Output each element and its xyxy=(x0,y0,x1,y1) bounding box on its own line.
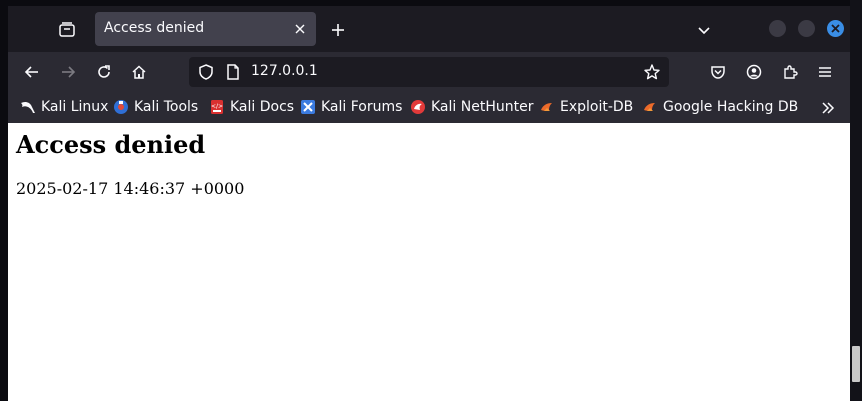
chevron-double-right-icon xyxy=(822,102,835,114)
bookmark-google-hacking-db[interactable]: Google Hacking DB xyxy=(642,97,798,117)
shield-icon xyxy=(199,64,213,80)
arrow-left-icon xyxy=(24,66,38,78)
close-icon xyxy=(295,24,305,34)
page-icon xyxy=(227,64,239,80)
bookmark-label: Kali Tools xyxy=(134,99,199,115)
more-bookmarks-button[interactable] xyxy=(818,98,838,118)
navigation-toolbar: 127.0.0.1 xyxy=(8,52,850,92)
hamburger-menu-icon xyxy=(819,67,831,77)
bookmarks-toolbar: Kali Linux Kali Tools </> Kali Docs Kali… xyxy=(8,92,850,123)
desktop-background xyxy=(850,0,862,401)
bookmark-kali-tools[interactable]: Kali Tools xyxy=(113,97,198,117)
bookmark-label: Google Hacking DB xyxy=(663,99,799,115)
url-text[interactable]: 127.0.0.1 xyxy=(251,63,318,79)
app-menu-button[interactable] xyxy=(813,60,837,84)
reload-button[interactable] xyxy=(92,60,116,84)
star-icon xyxy=(644,64,660,80)
list-all-tabs-button[interactable] xyxy=(692,18,716,42)
bookmark-label: Kali Forums xyxy=(321,99,403,115)
firefox-view-icon xyxy=(59,22,75,37)
browser-window: Access denied 127.0.0.1 Kali Linux Kali … xyxy=(8,6,850,401)
chevron-down-icon xyxy=(698,27,710,35)
bookmark-label: Kali Linux xyxy=(41,99,109,115)
window-close-button[interactable] xyxy=(827,20,844,37)
arrow-right-icon xyxy=(62,66,76,78)
reload-icon xyxy=(98,65,110,78)
tracking-protection-button[interactable] xyxy=(197,63,215,81)
firefox-view-button[interactable] xyxy=(56,19,78,41)
home-button[interactable] xyxy=(127,60,151,84)
bookmark-label: Exploit-DB xyxy=(560,99,634,115)
bookmark-star-button[interactable] xyxy=(643,63,661,81)
puzzle-icon xyxy=(784,65,798,79)
kali-docs-icon: </> xyxy=(209,99,225,115)
kali-tools-icon xyxy=(113,99,129,115)
home-icon xyxy=(132,65,146,79)
forward-button[interactable] xyxy=(56,60,80,84)
plus-icon xyxy=(332,24,344,36)
tab-bar: Access denied xyxy=(8,6,850,52)
bookmark-kali-docs[interactable]: </> Kali Docs xyxy=(209,97,294,117)
exploit-db-icon xyxy=(539,99,555,115)
maximize-button[interactable] xyxy=(798,20,815,37)
bookmark-kali-nethunter[interactable]: Kali NetHunter xyxy=(410,97,533,117)
back-button[interactable] xyxy=(20,60,44,84)
bookmark-label: Kali NetHunter xyxy=(431,99,534,115)
pocket-icon xyxy=(711,66,725,79)
bookmark-exploit-db[interactable]: Exploit-DB xyxy=(539,97,633,117)
kali-nethunter-icon xyxy=(410,99,426,115)
tab-title: Access denied xyxy=(104,20,205,36)
site-info-button[interactable] xyxy=(225,63,241,81)
bookmark-kali-linux[interactable]: Kali Linux xyxy=(20,97,108,117)
tab-close-button[interactable] xyxy=(291,20,309,38)
tab-access-denied[interactable]: Access denied xyxy=(95,12,316,46)
bookmark-kali-forums[interactable]: Kali Forums xyxy=(300,97,402,117)
google-hacking-db-icon xyxy=(642,99,658,115)
pocket-button[interactable] xyxy=(706,60,730,84)
kali-forums-icon xyxy=(300,99,316,115)
svg-text:</>: </> xyxy=(211,103,223,110)
kali-dragon-icon xyxy=(20,99,36,115)
desktop-scrollbar[interactable] xyxy=(852,346,860,382)
url-bar[interactable]: 127.0.0.1 xyxy=(189,57,669,87)
bookmark-label: Kali Docs xyxy=(230,99,295,115)
account-icon xyxy=(746,64,762,80)
account-button[interactable] xyxy=(742,60,766,84)
window-close-icon xyxy=(831,24,840,33)
page-timestamp: 2025-02-17 14:46:37 +0000 xyxy=(16,179,245,198)
page-heading: Access denied xyxy=(16,130,206,159)
minimize-button[interactable] xyxy=(769,20,786,37)
page-content: Access denied 2025-02-17 14:46:37 +0000 xyxy=(8,123,850,401)
new-tab-button[interactable] xyxy=(326,18,350,42)
extensions-button[interactable] xyxy=(778,60,802,84)
